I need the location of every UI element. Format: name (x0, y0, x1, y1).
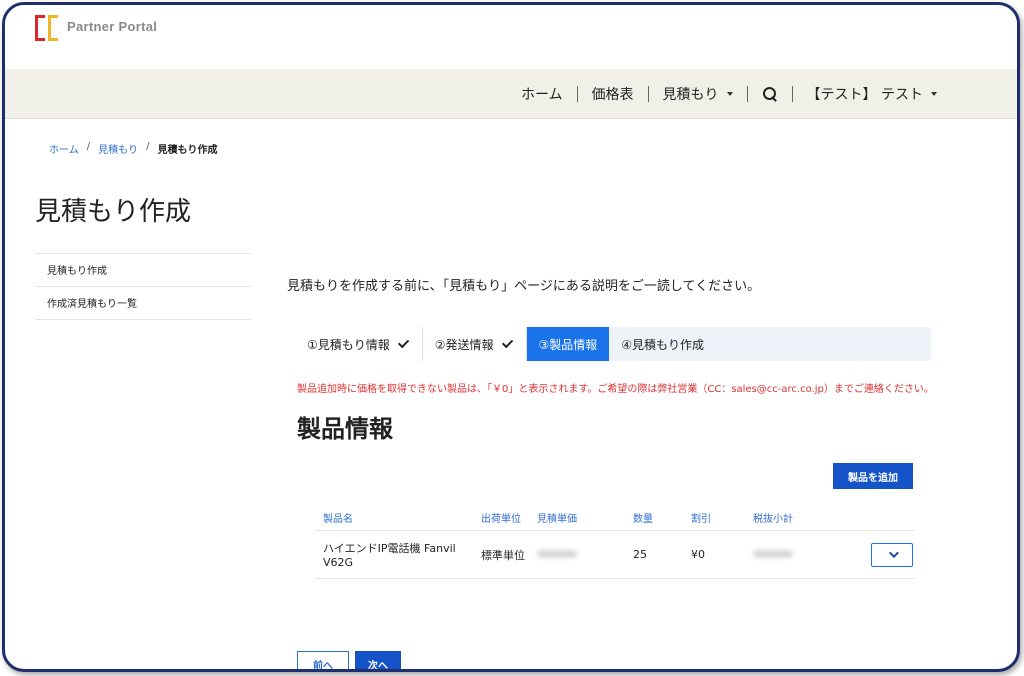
column-header-subtotal: 税抜小計 (753, 514, 793, 525)
user-name: 【テスト】 テスト (806, 87, 923, 103)
column-header-unit: 出荷単位 (481, 514, 521, 525)
step-label: ④見積もり作成 (621, 337, 705, 352)
next-button[interactable]: 次へ (355, 651, 401, 669)
cell-unit-price-redacted (537, 548, 633, 561)
breadcrumb-separator: / (86, 141, 91, 152)
page-title: 見積もり作成 (35, 197, 192, 227)
breadcrumb-current: 見積もり作成 (157, 145, 218, 156)
nav-pricelist[interactable]: 価格表 (578, 84, 648, 104)
intro-text: 見積もりを作成する前に、「見積もり」ページにある説明をご一読してください。 (287, 279, 761, 294)
brand-name: Partner Portal (67, 19, 158, 34)
logo-bracket-yellow (48, 15, 58, 41)
column-header-unit-price: 見積単価 (537, 514, 577, 525)
check-icon (397, 336, 410, 349)
add-product-button[interactable]: 製品を追加 (833, 463, 913, 489)
side-menu: 見積もり作成 作成済見積もり一覧 (35, 253, 251, 320)
step-product-info[interactable]: ③製品情報 (526, 327, 610, 361)
row-expand-button[interactable] (871, 542, 913, 567)
breadcrumb-separator: / (146, 141, 150, 152)
step-indicator: ①見積もり情報 ②発送情報 ③製品情報 ④見積もり作成 (295, 327, 931, 361)
nav-bar: ホーム 価格表 見積もり 【テスト】 テスト (5, 69, 1017, 119)
section-title: 製品情報 (297, 415, 393, 443)
column-header-discount: 割引 (691, 514, 711, 525)
step-label: ③製品情報 (538, 337, 598, 352)
user-menu-dropdown[interactable]: 【テスト】 テスト (793, 84, 951, 104)
step-shipping-info[interactable]: ②発送情報 (422, 327, 527, 361)
logo[interactable] (35, 15, 61, 43)
logo-bracket-red (35, 15, 45, 41)
check-icon (501, 336, 513, 349)
main-nav: ホーム 価格表 見積もり 【テスト】 テスト (507, 69, 951, 119)
cell-unit: 標準単位 (481, 548, 525, 562)
brand-bar: Partner Portal (5, 5, 1017, 69)
step-estimate-info[interactable]: ①見積もり情報 (295, 327, 423, 361)
step-label: ②発送情報 (434, 337, 494, 352)
cell-quantity: 25 (633, 548, 647, 561)
redacted-value (537, 550, 577, 558)
redacted-value (753, 550, 793, 558)
price-notice: 製品追加時に価格を取得できない製品は、「￥0」と表示されます。ご希望の際は弊社営… (297, 384, 934, 395)
window-frame: Partner Portal ホーム 価格表 見積もり 【テスト】 テスト ホー… (2, 2, 1020, 672)
breadcrumb-estimate[interactable]: 見積もり (98, 141, 138, 156)
breadcrumb: ホーム / 見積もり / 見積もり作成 (49, 141, 217, 156)
nav-estimate-dropdown[interactable]: 見積もり (649, 84, 747, 104)
cell-discount: ¥0 (691, 548, 705, 561)
caret-down-icon (726, 92, 733, 96)
cell-actions (855, 542, 915, 567)
nav-home[interactable]: ホーム (507, 84, 577, 104)
search-icon (762, 86, 778, 102)
table-row: ハイエンドIP電話機 Fanvil V62G 標準単位 25 ¥0 (315, 531, 915, 579)
product-table: 製品名 出荷単位 見積単価 数量 割引 税抜小計 ハイエンドIP電話機 Fanv… (315, 505, 915, 579)
side-item-create-estimate[interactable]: 見積もり作成 (35, 254, 251, 287)
cell-subtotal-redacted (753, 548, 855, 561)
cell-product-name: ハイエンドIP電話機 Fanvil V62G (323, 542, 456, 569)
step-create-estimate: ④見積もり作成 (609, 327, 717, 361)
table-header: 製品名 出荷単位 見積単価 数量 割引 税抜小計 (315, 505, 915, 531)
column-header-name: 製品名 (323, 514, 353, 525)
breadcrumb-home[interactable]: ホーム (49, 141, 79, 156)
back-button[interactable]: 前へ (297, 651, 349, 669)
side-item-estimate-list[interactable]: 作成済見積もり一覧 (35, 287, 251, 320)
column-header-quantity: 数量 (633, 514, 653, 525)
step-label: ①見積もり情報 (307, 337, 390, 352)
chevron-down-icon (888, 548, 899, 559)
caret-down-icon (931, 92, 937, 96)
search-button[interactable] (748, 84, 792, 104)
nav-estimate-label: 見積もり (662, 87, 719, 103)
